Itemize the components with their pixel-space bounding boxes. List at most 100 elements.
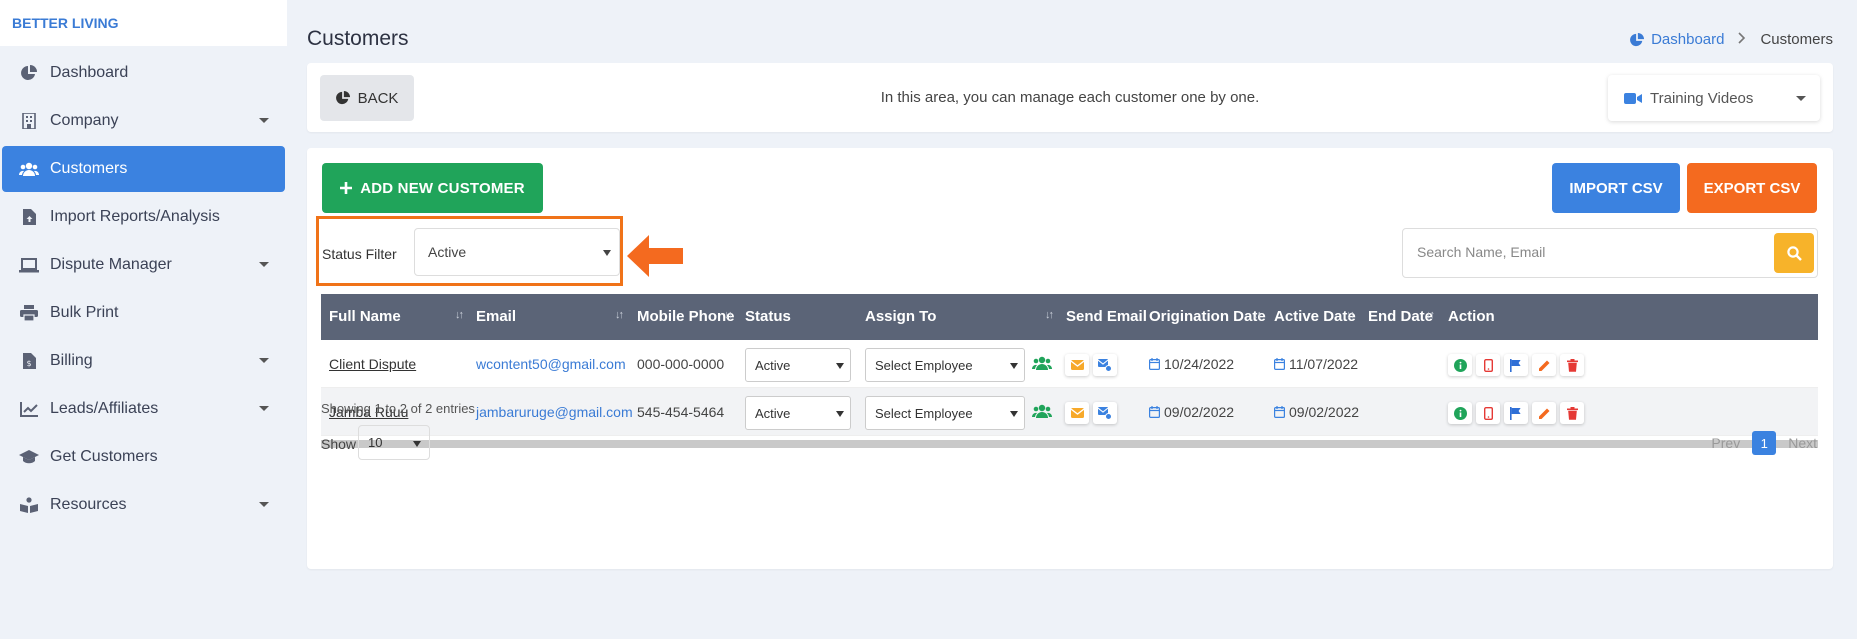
sort-icon[interactable]: ↓↑ xyxy=(1426,309,1435,321)
chevron-down-icon xyxy=(413,441,421,447)
sidebar-item-label: Dashboard xyxy=(50,64,129,81)
sidebar-item-dashboard[interactable]: Dashboard xyxy=(2,50,285,96)
col-email[interactable]: Email xyxy=(476,308,516,325)
sidebar-item-dispute-manager[interactable]: Dispute Manager xyxy=(2,242,285,288)
sort-icon[interactable]: ↓↑ xyxy=(615,309,624,321)
users-icon xyxy=(18,159,40,179)
col-end-date[interactable]: End Date xyxy=(1368,308,1433,325)
sort-icon[interactable]: ↓↑ xyxy=(455,309,464,321)
col-origination-date[interactable]: Origination Date xyxy=(1149,308,1266,325)
calendar-icon xyxy=(1274,358,1285,370)
col-status[interactable]: Status xyxy=(745,308,791,325)
assign-employee-select[interactable]: Select Employee xyxy=(865,348,1025,382)
line-chart-icon xyxy=(18,399,40,419)
book-reader-icon xyxy=(18,495,40,515)
status-select[interactable]: Active xyxy=(745,396,851,430)
sidebar-item-import-reports[interactable]: Import Reports/Analysis xyxy=(2,194,285,240)
arrow-left-icon xyxy=(627,235,683,277)
sidebar-item-label: Company xyxy=(50,112,119,129)
sidebar-item-get-customers[interactable]: Get Customers xyxy=(2,434,285,480)
prev-page-button[interactable]: Prev xyxy=(1711,435,1740,451)
pencil-icon xyxy=(1538,408,1549,419)
chevron-right-icon xyxy=(1738,31,1746,48)
brand-logo[interactable]: BETTER LIVING xyxy=(0,0,287,46)
import-csv-button[interactable]: IMPORT CSV xyxy=(1552,163,1680,213)
delete-button[interactable] xyxy=(1560,402,1584,424)
sidebar-item-billing[interactable]: $ Billing xyxy=(2,338,285,384)
breadcrumb-current: Customers xyxy=(1760,31,1833,48)
delete-button[interactable] xyxy=(1560,354,1584,376)
active-date: 11/07/2022 xyxy=(1274,356,1358,372)
flag-button[interactable] xyxy=(1504,402,1528,424)
flag-button[interactable] xyxy=(1504,354,1528,376)
calendar-icon xyxy=(1274,406,1285,418)
sidebar-item-resources[interactable]: Resources xyxy=(2,482,285,528)
page-number-button[interactable]: 1 xyxy=(1752,431,1777,455)
next-page-button[interactable]: Next xyxy=(1788,435,1817,451)
sidebar-item-label: Bulk Print xyxy=(50,304,119,321)
mobile-button[interactable] xyxy=(1476,354,1500,376)
edit-button[interactable] xyxy=(1532,402,1556,424)
info-card: BACK In this area, you can manage each c… xyxy=(307,63,1833,132)
assign-group-icon[interactable] xyxy=(1031,403,1053,422)
sort-icon[interactable]: ↓↑ xyxy=(1045,309,1054,321)
active-date-value: 11/07/2022 xyxy=(1289,356,1359,372)
status-filter-select[interactable]: Active xyxy=(414,228,620,276)
mobile-button[interactable] xyxy=(1476,402,1500,424)
info-icon xyxy=(1453,358,1467,372)
search-icon xyxy=(1786,245,1802,261)
chevron-down-icon xyxy=(1010,363,1018,369)
customer-name-link[interactable]: Client Dispute xyxy=(329,356,416,372)
search-input[interactable] xyxy=(1417,244,1757,260)
info-button[interactable] xyxy=(1448,354,1472,376)
edit-button[interactable] xyxy=(1532,354,1556,376)
breadcrumb-home-link[interactable]: Dashboard xyxy=(1630,31,1724,48)
graduation-cap-icon xyxy=(18,447,40,467)
col-active-date[interactable]: Active Date xyxy=(1274,308,1356,325)
mail-template-button[interactable] xyxy=(1093,402,1117,424)
assign-employee-value: Select Employee xyxy=(875,405,973,421)
training-videos-dropdown[interactable]: Training Videos xyxy=(1608,75,1820,121)
assign-employee-select[interactable]: Select Employee xyxy=(865,396,1025,430)
customer-email-link[interactable]: jambaruruge@gmail.com xyxy=(476,404,633,420)
assign-group-icon[interactable] xyxy=(1031,355,1053,374)
sidebar-item-bulk-print[interactable]: Bulk Print xyxy=(2,290,285,336)
sort-icon[interactable]: ↓↑ xyxy=(724,309,733,321)
sidebar-item-label: Dispute Manager xyxy=(50,256,172,273)
chevron-down-icon xyxy=(259,262,269,267)
horizontal-scrollbar[interactable] xyxy=(321,440,1818,448)
info-button[interactable] xyxy=(1448,402,1472,424)
sort-icon[interactable]: ↓↑ xyxy=(1253,309,1262,321)
send-email-button[interactable] xyxy=(1065,402,1089,424)
file-upload-icon xyxy=(18,207,40,227)
send-email-button[interactable] xyxy=(1065,354,1089,376)
export-csv-button[interactable]: EXPORT CSV xyxy=(1687,163,1817,213)
col-mobile-phone[interactable]: Mobile Phone xyxy=(637,308,735,325)
col-full-name[interactable]: Full Name xyxy=(329,308,401,325)
chevron-down-icon xyxy=(1010,411,1018,417)
origination-date: 10/24/2022 xyxy=(1149,356,1234,372)
sidebar-item-customers[interactable]: Customers xyxy=(2,146,285,192)
add-new-customer-button[interactable]: ADD NEW CUSTOMER xyxy=(322,163,543,213)
customer-email-link[interactable]: wcontent50@gmail.com xyxy=(476,356,626,372)
training-videos-label: Training Videos xyxy=(1650,89,1754,107)
plus-icon xyxy=(340,182,353,194)
entries-info: Showing 1 to 2 of 2 entries xyxy=(321,401,475,416)
sidebar-item-leads-affiliates[interactable]: Leads/Affiliates xyxy=(2,386,285,432)
customers-card: ADD NEW CUSTOMER IMPORT CSV EXPORT CSV S… xyxy=(307,148,1833,569)
building-icon xyxy=(18,111,40,131)
mobile-icon xyxy=(1483,406,1493,420)
mail-template-button[interactable] xyxy=(1093,354,1117,376)
sort-icon[interactable]: ↓↑ xyxy=(1346,309,1355,321)
status-select-value: Active xyxy=(755,357,791,373)
search-button[interactable] xyxy=(1774,233,1814,273)
invoice-icon: $ xyxy=(18,351,40,371)
envelope-icon xyxy=(1070,408,1084,418)
envelope-icon xyxy=(1070,360,1084,370)
col-assign-to[interactable]: Assign To xyxy=(865,308,936,325)
sidebar-item-label: Billing xyxy=(50,352,93,369)
sidebar-item-company[interactable]: Company xyxy=(2,98,285,144)
status-select[interactable]: Active xyxy=(745,348,851,382)
mail-settings-icon xyxy=(1098,358,1112,372)
page-size-select[interactable]: 10 xyxy=(358,425,430,460)
